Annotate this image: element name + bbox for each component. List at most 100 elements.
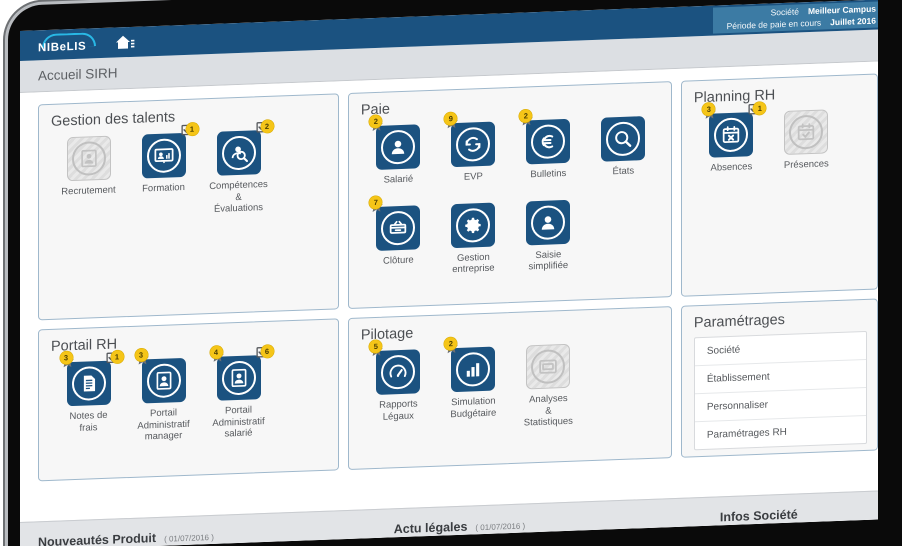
star-badge-count: 3: [134, 348, 148, 362]
app-tile-bulletins[interactable]: 2 Bulletins: [511, 109, 586, 181]
user-icon[interactable]: [526, 199, 571, 245]
tile-label: Portail Administratif salarié: [212, 404, 265, 440]
dashboard-column-right: Planning RH 3 1 Absences Présences Paramétr…: [680, 73, 878, 458]
app-tile-pr-sences: Présences: [769, 109, 844, 172]
news-title: Actu légales: [393, 519, 468, 537]
tile-label: Simulation Budgétaire: [450, 395, 497, 420]
document-list-icon[interactable]: 31: [59, 350, 124, 407]
panel-planning-rh: Planning RH 3 1 Absences Présences: [680, 73, 878, 297]
dashboard-column-left: Gestion des talents Recrutement 1 Formatio…: [38, 93, 339, 482]
panel-parametrages: Paramétrages Société Établissement Personn…: [680, 298, 878, 458]
app-tile-salari[interactable]: 2 Salarié: [361, 114, 436, 187]
calendar-check-icon: [784, 109, 829, 155]
favorite-star-icon[interactable]: 2: [443, 336, 460, 357]
app-tile-comp-tences-valuations[interactable]: 2 Compétences & Évaluations: [201, 119, 276, 216]
archive-box-icon[interactable]: 7: [369, 195, 421, 251]
tablet-screen: NIBeLIS Société Meilleur Campus Période …: [20, 0, 878, 546]
panel-paie: Paie 2 Salarié 9 EVP 2 Bulletins États 7 Clôtur…: [347, 81, 672, 309]
tile-label: EVP: [463, 171, 483, 183]
home-icon[interactable]: [114, 33, 136, 52]
news-title: Infos Société: [719, 507, 798, 525]
window-icon: [526, 343, 571, 390]
task-checkbox-icon[interactable]: 1: [105, 349, 124, 365]
app-tile-formation[interactable]: 1 Formation: [126, 122, 201, 218]
task-badge-count: 1: [753, 101, 767, 116]
task-badge-count: 1: [110, 350, 124, 364]
app-tile-recrutement: Recrutement: [51, 135, 126, 221]
dashboard-column-middle: Paie 2 Salarié 9 EVP 2 Bulletins États 7 Clôtur…: [347, 81, 672, 470]
favorite-star-icon[interactable]: 3: [59, 351, 76, 371]
app-tile-portail-administratif-manager[interactable]: 3 Portail Administratif manager: [126, 348, 201, 443]
news-date: ( 01/07/2016 ): [475, 521, 526, 533]
gauge-icon[interactable]: 5: [369, 339, 421, 395]
tile-label: Présences: [783, 158, 829, 171]
star-badge-count: 3: [59, 351, 73, 365]
tile-row-talents: Recrutement 1 Formation 2 Compétences & Éval…: [51, 119, 328, 228]
gear-icon[interactable]: [451, 202, 496, 248]
calendar-x-icon[interactable]: 31: [702, 101, 767, 158]
tile-row-portail: 3 1 Notes de frais 3 Portail Administratif m…: [51, 344, 328, 453]
task-badge-count: 2: [260, 119, 274, 134]
tile-row-paie-2: 7 Clôture Gestion entreprise Saisie simplif…: [361, 195, 661, 285]
favorite-star-icon[interactable]: 2: [518, 109, 535, 129]
favorite-star-icon[interactable]: 2: [368, 114, 385, 135]
tile-row-pilotage: 5 Rapports Légaux 2 Simulation Budgétaire An…: [361, 336, 661, 442]
nibelis-logo[interactable]: NIBeLIS: [38, 32, 100, 56]
app-tile-tats[interactable]: États: [586, 116, 661, 179]
user-icon[interactable]: 2: [369, 114, 421, 170]
favorite-star-icon[interactable]: 4: [209, 345, 226, 365]
page-title: Accueil SIRH: [38, 65, 118, 84]
id-card-icon[interactable]: 46: [209, 344, 274, 401]
app-tile-notes-de-frais[interactable]: 3 1 Notes de frais: [51, 350, 126, 446]
user-card-icon: [66, 135, 111, 182]
panel-portail-rh: Portail RH 3 1 Notes de frais 3 Portail Admi…: [38, 318, 339, 482]
dashboard-content: Gestion des talents Recrutement 1 Formatio…: [20, 61, 878, 546]
star-badge-count: 4: [209, 345, 223, 360]
tile-label: Gestion entreprise: [452, 251, 495, 276]
session-period-label: Période de paie en cours: [726, 17, 822, 32]
id-card-icon[interactable]: 3: [134, 348, 186, 404]
favorite-star-icon[interactable]: 3: [134, 348, 151, 368]
search-icon[interactable]: [601, 116, 646, 162]
favorite-star-icon[interactable]: 5: [368, 339, 385, 360]
euro-icon[interactable]: 2: [519, 109, 571, 165]
app-tile-gestion-entreprise[interactable]: Gestion entreprise: [436, 202, 511, 277]
news-title: Nouveautés Produit: [38, 531, 157, 546]
presentation-chart-icon[interactable]: 1: [141, 122, 199, 179]
tile-label: Saisie simplifiée: [528, 248, 569, 273]
app-tile-evp[interactable]: 9 EVP: [436, 111, 511, 184]
task-checkbox-icon[interactable]: 2: [255, 119, 274, 135]
app-tile-saisie-simplifi-e[interactable]: Saisie simplifiée: [511, 199, 586, 274]
settings-list-item-param-trages-rh[interactable]: Paramétrages RH: [695, 416, 866, 449]
tile-label: Rapports Légaux: [379, 398, 418, 423]
tablet-device: NIBeLIS Société Meilleur Campus Période …: [0, 0, 902, 546]
tile-label: Analyses & Statistiques: [523, 392, 573, 429]
tile-label: Bulletins: [530, 167, 567, 181]
panel-title-parametrages: Paramétrages: [693, 311, 785, 332]
tile-label: États: [612, 165, 635, 178]
task-checkbox-icon[interactable]: 1: [180, 122, 199, 138]
session-company-label: Société: [770, 6, 799, 18]
app-tile-portail-administratif-salari[interactable]: 4 6 Portail Administratif salarié: [201, 344, 276, 441]
panel-pilotage: Pilotage 5 Rapports Légaux 2 Simulation Bud…: [347, 306, 672, 470]
task-badge-count: 1: [185, 122, 199, 136]
favorite-star-icon[interactable]: 9: [443, 111, 460, 132]
app-tile-analyses-statistiques: Analyses & Statistiques: [511, 343, 586, 429]
tile-label: Salarié: [383, 173, 414, 186]
app-tile-cl-ture[interactable]: 7 Clôture: [361, 195, 436, 279]
app-tile-rapports-l-gaux[interactable]: 5 Rapports Légaux: [361, 339, 436, 435]
tile-row-paie-1: 2 Salarié 9 EVP 2 Bulletins États: [361, 109, 661, 194]
app-tile-absences[interactable]: 3 1 Absences: [694, 101, 769, 175]
task-checkbox-icon[interactable]: 1: [747, 101, 767, 117]
favorite-star-icon[interactable]: 3: [701, 102, 718, 122]
logo-text: NIBeLIS: [38, 40, 87, 55]
task-checkbox-icon[interactable]: 6: [255, 344, 274, 360]
tile-label: Recrutement: [61, 184, 116, 198]
settings-list: Société Établissement Personnaliser Paramét…: [693, 330, 867, 451]
user-search-icon[interactable]: 2: [216, 119, 274, 176]
favorite-star-icon[interactable]: 7: [368, 195, 385, 215]
refresh-icon[interactable]: 9: [444, 111, 496, 168]
app-tile-simulation-budg-taire[interactable]: 2 Simulation Budgétaire: [436, 336, 511, 432]
tile-label: Clôture: [383, 254, 414, 267]
bar-chart-icon[interactable]: 2: [444, 336, 496, 393]
